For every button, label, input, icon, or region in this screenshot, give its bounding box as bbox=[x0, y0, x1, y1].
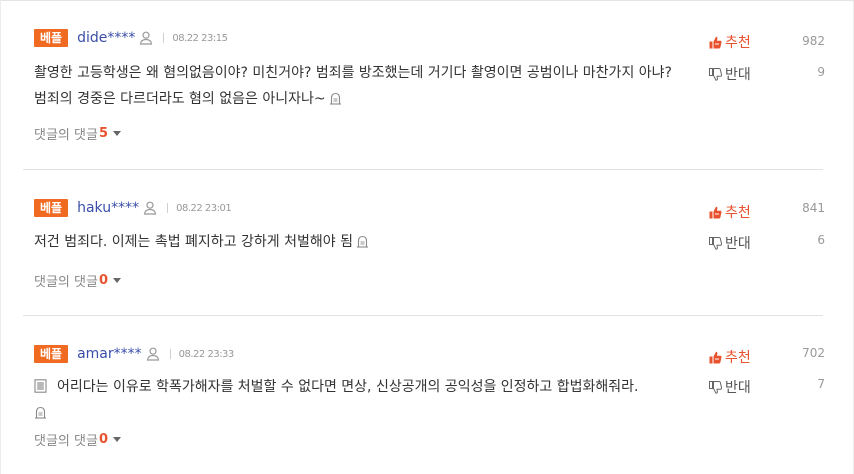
downvote-count: 6 bbox=[817, 233, 825, 247]
user-outline-icon bbox=[143, 201, 157, 215]
comment-item: 베플 amar**** 08.22 23:33 어리다는 이유로 학폭가해자를 … bbox=[1, 316, 854, 474]
downvote-label: 반대 bbox=[725, 380, 751, 396]
user-outline-icon bbox=[140, 31, 153, 45]
reply-label: 댓글의 댓글 bbox=[34, 275, 98, 290]
comment-text: 어리다는 이유로 학폭가해자를 처벌할 수 없다면 면상, 신상공개의 공익성을… bbox=[57, 379, 639, 395]
comment-item: 베플 haku**** 08.22 23:01 저건 범죄다. 이제는 촉법 폐… bbox=[1, 170, 854, 315]
upvote-label: 추천 bbox=[725, 205, 751, 221]
upvote-button[interactable]: 추천 bbox=[709, 347, 751, 367]
comment-meta: 베플 dide**** 08.22 23:15 bbox=[34, 28, 228, 48]
comment-meta: 베플 amar**** 08.22 23:33 bbox=[34, 344, 234, 364]
caret-down-icon bbox=[112, 278, 121, 283]
downvote-count: 7 bbox=[817, 377, 825, 391]
downvote-count: 9 bbox=[817, 65, 825, 79]
emoticon-box-icon bbox=[329, 92, 341, 105]
upvote-count: 982 bbox=[802, 34, 825, 48]
comment-timestamp: 08.22 23:01 bbox=[176, 202, 232, 214]
comment-text: 촬영한 고등학생은 왜 혐의없음이야? 미친거야? 범죄를 방조했는데 거기다 … bbox=[34, 65, 672, 107]
caret-down-icon bbox=[112, 131, 121, 136]
best-badge: 베플 bbox=[34, 345, 69, 363]
comment-text: 저건 범죄다. 이제는 촉법 폐지하고 강하게 처벌해야 됨 bbox=[34, 234, 353, 250]
comment-timestamp: 08.22 23:15 bbox=[172, 32, 228, 44]
emoticon-box-icon bbox=[35, 406, 46, 419]
thumbs-down-icon bbox=[709, 380, 722, 394]
best-badge: 베플 bbox=[34, 199, 69, 217]
thumbs-up-icon bbox=[709, 351, 722, 363]
downvote-label: 반대 bbox=[725, 236, 751, 252]
comment-body: 어리다는 이유로 학폭가해자를 처벌할 수 없다면 면상, 신상공개의 공익성을… bbox=[34, 374, 684, 426]
thumbs-up-icon bbox=[709, 206, 722, 218]
emoticon-box-icon bbox=[34, 379, 47, 393]
upvote-count: 841 bbox=[802, 201, 825, 215]
comment-body: 저건 범죄다. 이제는 촉법 폐지하고 강하게 처벌해야 됨 bbox=[34, 229, 684, 255]
downvote-button[interactable]: 반대 bbox=[709, 64, 751, 84]
meta-separator bbox=[167, 203, 169, 213]
comment-meta: 베플 haku**** 08.22 23:01 bbox=[34, 198, 232, 218]
meta-separator bbox=[163, 33, 165, 43]
downvote-label: 반대 bbox=[725, 67, 751, 83]
comment-list: 베플 dide**** 08.22 23:15 촬영한 고등학생은 왜 혐의없음… bbox=[0, 0, 854, 474]
user-outline-icon bbox=[146, 347, 159, 361]
author-name[interactable]: amar**** bbox=[77, 346, 142, 362]
thumbs-down-icon bbox=[709, 67, 722, 81]
meta-separator bbox=[169, 349, 171, 359]
reply-label: 댓글의 댓글 bbox=[34, 434, 98, 449]
reply-toggle[interactable]: 댓글의 댓글 5 bbox=[34, 124, 121, 143]
upvote-button[interactable]: 추천 bbox=[709, 32, 751, 52]
author-name[interactable]: dide**** bbox=[77, 30, 135, 46]
emoticon-box-icon bbox=[356, 235, 368, 248]
reply-toggle[interactable]: 댓글의 댓글 0 bbox=[34, 430, 121, 449]
comment-timestamp: 08.22 23:33 bbox=[178, 348, 235, 360]
reply-count: 0 bbox=[98, 432, 108, 447]
caret-down-icon bbox=[112, 437, 121, 442]
comment-body: 촬영한 고등학생은 왜 혐의없음이야? 미친거야? 범죄를 방조했는데 거기다 … bbox=[34, 60, 684, 112]
reply-count: 0 bbox=[98, 273, 108, 288]
comment-item: 베플 dide**** 08.22 23:15 촬영한 고등학생은 왜 혐의없음… bbox=[1, 0, 854, 170]
thumbs-down-icon bbox=[709, 236, 722, 250]
upvote-label: 추천 bbox=[725, 35, 751, 51]
downvote-button[interactable]: 반대 bbox=[709, 377, 751, 397]
thumbs-up-icon bbox=[709, 36, 722, 48]
upvote-count: 702 bbox=[802, 346, 825, 360]
author-name[interactable]: haku**** bbox=[77, 200, 139, 216]
downvote-button[interactable]: 반대 bbox=[709, 233, 751, 253]
best-badge: 베플 bbox=[34, 29, 69, 47]
upvote-label: 추천 bbox=[725, 350, 751, 366]
upvote-button[interactable]: 추천 bbox=[709, 202, 751, 222]
reply-toggle[interactable]: 댓글의 댓글 0 bbox=[34, 271, 121, 290]
reply-label: 댓글의 댓글 bbox=[34, 128, 98, 143]
reply-count: 5 bbox=[98, 126, 108, 141]
